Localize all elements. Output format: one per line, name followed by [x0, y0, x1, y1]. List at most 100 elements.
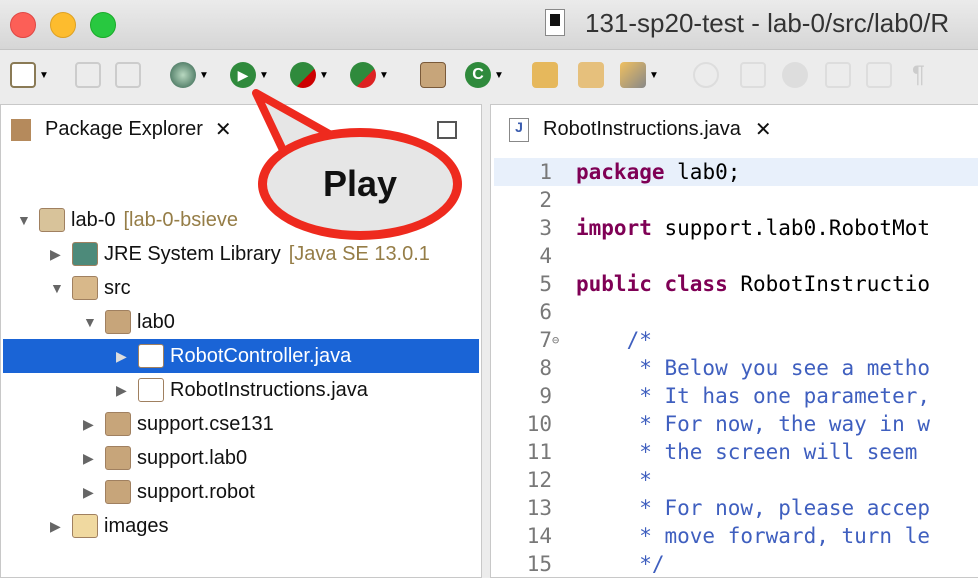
- fold-icon[interactable]: ⊖: [552, 333, 559, 347]
- collapsed-arrow-icon[interactable]: ▶: [83, 416, 105, 433]
- tree-item[interactable]: ▶ RobotInstructions.java: [116, 373, 368, 407]
- window-title: 131-sp20-test - lab-0/src/lab0/R: [585, 8, 950, 38]
- tree-item-label: images: [104, 514, 169, 537]
- close-icon[interactable]: ✕: [755, 117, 772, 142]
- tree-item[interactable]: ▶ RobotController.java: [3, 339, 479, 373]
- tree-item-decoration: [Java SE 13.0.1: [288, 242, 430, 265]
- search-button[interactable]: ▼: [620, 59, 659, 91]
- keyword: import: [576, 216, 652, 240]
- bug-icon: [170, 62, 196, 88]
- package-icon: [105, 310, 131, 334]
- tree-item[interactable]: ▶ support.lab0: [83, 441, 247, 475]
- line-number: 9: [539, 384, 552, 408]
- play-callout: Play: [258, 128, 462, 240]
- minimize-window-button[interactable]: [50, 12, 76, 38]
- code-line: 8 * Below you see a metho: [494, 354, 978, 382]
- collapsed-arrow-icon[interactable]: ▶: [50, 246, 72, 263]
- tree-item[interactable]: ▶ support.cse131: [83, 407, 274, 441]
- share-button[interactable]: [782, 59, 808, 91]
- code-line: 3 import support.lab0.RobotMot: [494, 214, 978, 242]
- line-number: 2: [539, 188, 552, 212]
- pencil-icon: [740, 62, 766, 88]
- package-icon: [420, 62, 446, 88]
- tree-item[interactable]: ▼ src: [50, 271, 131, 305]
- java-document-icon: [545, 9, 565, 36]
- code-line: 4: [494, 242, 978, 270]
- code-text: support.lab0.RobotMot: [651, 216, 931, 240]
- collapsed-arrow-icon[interactable]: ▶: [83, 450, 105, 467]
- tree-item[interactable]: ▶ JRE System Library [Java SE 13.0.1: [50, 237, 430, 271]
- line-number: 15: [526, 552, 552, 576]
- tree-item-label: JRE System Library: [104, 242, 281, 265]
- list-icon: [866, 62, 892, 88]
- new-class-button[interactable]: C ▼: [465, 59, 504, 91]
- keyword: public class: [576, 272, 728, 296]
- package-icon: [105, 480, 131, 504]
- java-project-icon: [39, 208, 65, 232]
- collapsed-arrow-icon[interactable]: ▶: [83, 484, 105, 501]
- tree-item[interactable]: ▶ support.robot: [83, 475, 255, 509]
- code-editor[interactable]: 1 package lab0; 2 3 import support.lab0.Robo…: [494, 157, 978, 578]
- comment-text: */: [576, 552, 665, 576]
- tree-item-label: src: [104, 276, 131, 299]
- line-number: 13: [526, 496, 552, 520]
- line-number: 11: [526, 440, 552, 464]
- new-icon: [10, 62, 36, 88]
- tree-item-label: support.lab0: [137, 446, 248, 469]
- save-button[interactable]: [75, 59, 101, 91]
- tree-item-label: support.cse131: [137, 412, 274, 435]
- debug-button[interactable]: ▼: [170, 59, 209, 91]
- tab-robot-instructions[interactable]: J RobotInstructions.java ✕: [509, 117, 772, 142]
- expanded-arrow-icon[interactable]: ▼: [83, 314, 105, 330]
- comment-text: * move forward, turn le: [576, 524, 931, 548]
- tree-item[interactable]: ▶ images: [50, 509, 168, 543]
- collapsed-arrow-icon[interactable]: ▶: [116, 348, 138, 365]
- java-file-icon: [138, 344, 164, 368]
- code-line: 13 * For now, please accep: [494, 494, 978, 522]
- code-line: 1 package lab0;: [494, 158, 978, 186]
- close-window-button[interactable]: [10, 12, 36, 38]
- line-number: 6: [539, 300, 552, 324]
- comment-text: * For now, please accep: [576, 496, 931, 520]
- collapsed-arrow-icon[interactable]: ▶: [116, 382, 138, 399]
- pilcrow-icon: ¶: [912, 61, 925, 88]
- zoom-window-button[interactable]: [90, 12, 116, 38]
- toggle-mark-button[interactable]: [693, 59, 719, 91]
- open-task-button[interactable]: [578, 59, 604, 91]
- new-package-button[interactable]: [420, 59, 446, 91]
- code-line: 15 */: [494, 550, 978, 578]
- tab-label: Package Explorer: [45, 118, 203, 140]
- code-line: 6: [494, 298, 978, 326]
- tree-item-decoration: [lab-0-bsieve: [123, 208, 238, 231]
- expanded-arrow-icon[interactable]: ▼: [17, 212, 39, 228]
- code-line: 14 * move forward, turn le: [494, 522, 978, 550]
- outline-button[interactable]: [866, 59, 892, 91]
- line-number: 5: [539, 272, 552, 296]
- pilcrow-button[interactable]: ¶: [912, 59, 925, 91]
- pen-icon: [620, 62, 646, 88]
- title-bar: 131-sp20-test - lab-0/src/lab0/R: [0, 0, 978, 50]
- mark-icon: [693, 62, 719, 88]
- tree-item-label: RobotInstructions.java: [170, 378, 368, 401]
- new-wizard-button[interactable]: ▼: [10, 59, 49, 91]
- expanded-arrow-icon[interactable]: ▼: [50, 280, 72, 296]
- keyword: package: [576, 160, 665, 184]
- close-icon[interactable]: ✕: [215, 117, 232, 142]
- collapsed-arrow-icon[interactable]: ▶: [50, 518, 72, 535]
- save-all-button[interactable]: [115, 59, 141, 91]
- tree-item[interactable]: ▼ lab-0 [lab-0-bsieve: [17, 203, 238, 237]
- maximize-icon[interactable]: [437, 121, 457, 139]
- line-number: 1: [539, 160, 552, 184]
- open-type-button[interactable]: [532, 59, 558, 91]
- package-icon: [105, 446, 131, 470]
- highlight-button[interactable]: [740, 59, 766, 91]
- java-file-icon: J: [509, 117, 529, 142]
- code-line: 2: [494, 186, 978, 214]
- tab-package-explorer[interactable]: Package Explorer ✕: [11, 117, 232, 142]
- diff-button[interactable]: [825, 59, 851, 91]
- tree-item[interactable]: ▼ lab0: [83, 305, 175, 339]
- code-line: 5 public class RobotInstructio: [494, 270, 978, 298]
- code-text: lab0;: [664, 160, 741, 184]
- code-line: 12 *: [494, 466, 978, 494]
- folder-open-icon: [532, 62, 558, 88]
